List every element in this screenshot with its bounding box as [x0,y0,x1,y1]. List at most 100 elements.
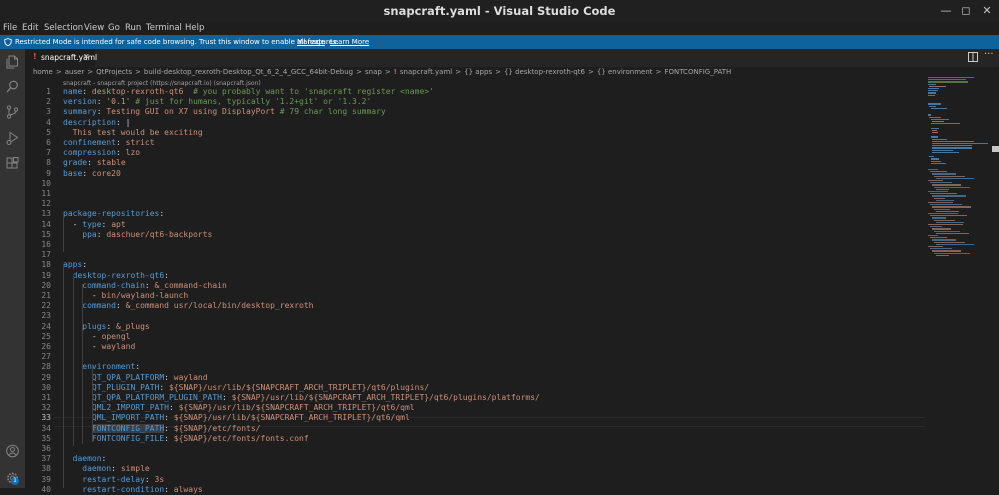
line-number[interactable]: 21 [25,291,51,300]
menu-file[interactable]: File [3,22,17,35]
code-line[interactable]: QML2_IMPORT_PATH: ${SNAP}/usr/lib/${SNAP… [63,403,415,413]
line-number[interactable]: 30 [25,383,51,392]
breadcrumb-item[interactable]: FONTCONFIG_PATH [664,68,731,76]
code-line[interactable]: confinement: strict [63,138,155,148]
code-line[interactable]: daemon: [63,454,107,464]
code-line[interactable]: command: &_command usr/local/bin/desktop… [63,301,313,311]
code-line[interactable]: apps: [63,260,87,270]
menu-view[interactable]: View [84,22,104,35]
scrollbar-thumb[interactable] [992,146,999,152]
line-number[interactable]: 10 [25,179,51,188]
menu-help[interactable]: Help [185,22,204,35]
accounts-icon[interactable] [0,440,25,462]
manage-link[interactable]: Manage [297,35,325,49]
code-line[interactable]: daemon: simple [63,464,149,474]
split-editor-icon[interactable] [968,52,978,62]
line-number[interactable]: 16 [25,240,51,249]
line-number[interactable]: 29 [25,373,51,382]
line-number[interactable]: 19 [25,271,51,280]
breadcrumb-item[interactable]: QtProjects [96,68,132,76]
line-number[interactable]: 6 [25,138,51,147]
code-line[interactable]: desktop-rexroth-qt6: [63,271,169,281]
code-line[interactable]: QML_IMPORT_PATH: ${SNAP}/usr/lib/${SNAPC… [63,413,410,423]
line-number[interactable]: 36 [25,444,51,453]
explorer-icon[interactable] [0,51,25,73]
breadcrumb-item[interactable]: home [33,68,53,76]
code-line[interactable]: QT_QPA_PLATFORM_PLUGIN_PATH: ${SNAP}/usr… [63,393,540,403]
breadcrumb-item[interactable]: {} environment [597,68,653,76]
line-number[interactable]: 38 [25,464,51,473]
line-number[interactable]: 23 [25,311,51,320]
menu-edit[interactable]: Edit [22,22,38,35]
line-number[interactable]: 11 [25,189,51,198]
line-number[interactable]: 5 [25,128,51,137]
line-number[interactable]: 14 [25,220,51,229]
close-window-icon[interactable]: ✕ [977,2,997,20]
line-number[interactable]: 22 [25,301,51,310]
line-number[interactable]: 28 [25,362,51,371]
code-line[interactable]: environment: [63,362,140,372]
line-number[interactable]: 34 [25,424,51,433]
line-number[interactable]: 35 [25,434,51,443]
menu-run[interactable]: Run [125,22,141,35]
menu-go[interactable]: Go [108,22,120,35]
code-line[interactable]: summary: Testing GUI on X7 using Display… [63,107,386,117]
code-line[interactable]: - type: apt [63,220,126,230]
menu-selection[interactable]: Selection [44,22,83,35]
line-number[interactable]: 37 [25,454,51,463]
code-line[interactable]: command-chain: &_command-chain [63,281,227,291]
line-number[interactable]: 9 [25,169,51,178]
code-line[interactable]: QT_PLUGIN_PATH: ${SNAP}/usr/lib/${SNAPCR… [63,383,429,393]
breadcrumb-item[interactable]: auser [65,68,85,76]
code-line[interactable]: name: desktop-rexroth-qt6 # you probably… [63,87,434,97]
minimap[interactable] [928,77,990,257]
line-number[interactable]: 27 [25,352,51,361]
close-icon[interactable]: ✕ [83,52,90,61]
code-line[interactable]: base: core20 [63,169,121,179]
code-line[interactable]: QT_QPA_PLATFORM: wayland [63,373,208,383]
breadcrumb-item[interactable]: {} apps [464,68,492,76]
code-line[interactable]: plugs: &_plugs [63,322,149,332]
line-number[interactable]: 39 [25,475,51,484]
line-number[interactable]: 8 [25,158,51,167]
search-icon[interactable] [0,76,25,98]
line-number[interactable]: 20 [25,281,51,290]
line-number[interactable]: 1 [25,87,51,96]
code-line[interactable]: compression: lzo [63,148,140,158]
run-debug-icon[interactable] [0,127,25,149]
line-number[interactable]: 31 [25,393,51,402]
line-number[interactable]: 17 [25,250,51,259]
line-number[interactable]: 2 [25,97,51,106]
line-number[interactable]: 4 [25,118,51,127]
code-line[interactable]: description: | [63,118,130,128]
code-line[interactable]: FONTCONFIG_FILE: ${SNAP}/etc/fonts/fonts… [63,434,309,444]
learn-more-link[interactable]: Learn More [330,35,369,49]
line-number[interactable]: 25 [25,332,51,341]
code-line[interactable]: restart-condition: always [63,485,202,495]
code-line[interactable]: ppa: daschuer/qt6-backports [63,230,212,240]
breadcrumb-item[interactable]: ! [394,68,397,76]
line-number[interactable]: 15 [25,230,51,239]
code-line[interactable]: restart-delay: 3s [63,475,164,485]
line-number[interactable]: 33 [25,413,51,422]
line-number[interactable]: 40 [25,485,51,494]
breadcrumb-item[interactable]: snap [365,68,382,76]
line-number[interactable]: 13 [25,209,51,218]
minimize-icon[interactable]: — [936,2,956,20]
breadcrumb-item[interactable]: build-desktop_rexroth-Desktop_Qt_6_2_4_G… [144,68,353,76]
line-number[interactable]: 32 [25,403,51,412]
breadcrumb-item[interactable]: snapcraft.yaml [400,68,452,76]
maximize-icon[interactable]: ◻ [956,2,976,20]
tab-snapcraft-yaml[interactable]: ! snapcraft.yaml ✕ [25,49,97,67]
menu-terminal[interactable]: Terminal [146,22,182,35]
source-control-icon[interactable] [0,101,25,123]
extensions-icon[interactable] [0,153,25,175]
code-line[interactable]: grade: stable [63,158,126,168]
line-number[interactable]: 7 [25,148,51,157]
line-number[interactable]: 12 [25,199,51,208]
code-line[interactable]: version: '0.1' # just for humans, typica… [63,97,371,107]
code-line[interactable]: This test would be exciting [63,128,203,138]
line-number[interactable]: 18 [25,260,51,269]
code-line[interactable]: package-repositories: [63,209,164,219]
breadcrumb-item[interactable]: {} desktop-rexroth-qt6 [504,68,585,76]
